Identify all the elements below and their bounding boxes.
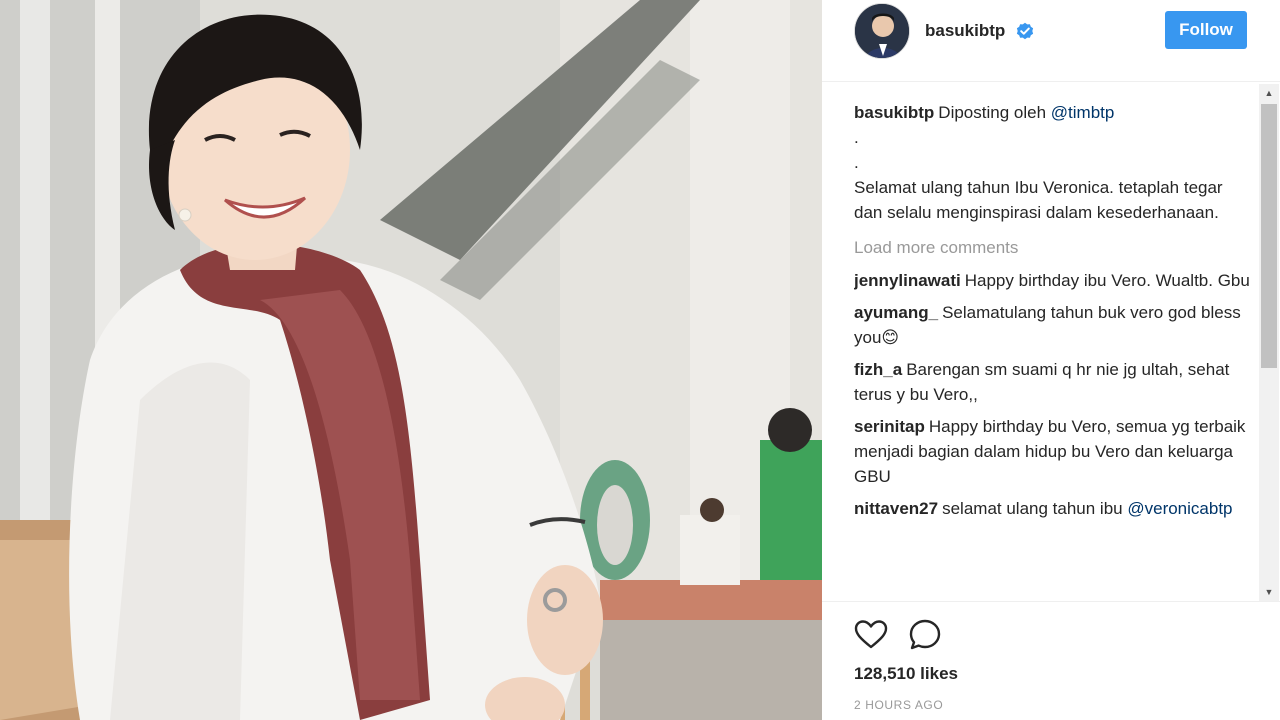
comment-username[interactable]: fizh_a <box>854 360 902 379</box>
caption-body: Selamat ulang tahun Ibu Veronica. tetapl… <box>854 178 1223 222</box>
likes-count[interactable]: 128,510 likes <box>854 664 958 684</box>
comments-scrollbar[interactable]: ▲ ▼ <box>1259 84 1279 601</box>
comment-username[interactable]: serinitap <box>854 417 925 436</box>
load-more-comments-link[interactable]: Load more comments <box>854 235 1254 260</box>
caption-text: Diposting oleh <box>938 103 1047 122</box>
comment-item: ayumang_ Selamatulang tahun buk vero god … <box>854 300 1254 350</box>
follow-button[interactable]: Follow <box>1165 11 1247 49</box>
avatar-image <box>855 4 909 58</box>
comment-item: jennylinawati Happy birthday ibu Vero. Wu… <box>854 268 1254 293</box>
post-timestamp[interactable]: 2 HOURS AGO <box>854 698 943 712</box>
caption-username[interactable]: basukibtp <box>854 103 934 122</box>
comment-text: selamat ulang tahun ibu <box>942 499 1123 518</box>
scroll-up-arrow-icon[interactable]: ▲ <box>1259 84 1279 102</box>
caption: basukibtp Diposting oleh @timbtp . . Sela… <box>854 100 1254 225</box>
avatar[interactable] <box>854 3 910 59</box>
post-photo[interactable] <box>0 0 822 720</box>
comment-item: fizh_a Barengan sm suami q hr nie jg ulta… <box>854 357 1254 407</box>
comment-mention[interactable]: @veronicabtp <box>1127 499 1232 518</box>
comments-list[interactable]: basukibtp Diposting oleh @timbtp . . Sela… <box>854 100 1254 600</box>
speech-bubble-icon[interactable] <box>908 618 942 652</box>
verified-badge-icon <box>1016 22 1034 40</box>
comment-username[interactable]: ayumang_ <box>854 303 938 322</box>
post-actions: 128,510 likes 2 HOURS AGO <box>822 601 1280 720</box>
caption-mention[interactable]: @timbtp <box>1051 103 1115 122</box>
caption-dot-2: . <box>854 153 859 172</box>
comment-text: Happy birthday ibu Vero. Wualtb. Gbu <box>964 271 1250 290</box>
heart-icon[interactable] <box>854 618 888 652</box>
post-header: basukibtp Follow <box>822 0 1280 82</box>
comment-username[interactable]: nittaven27 <box>854 499 938 518</box>
caption-dot-1: . <box>854 128 859 147</box>
comment-username[interactable]: jennylinawati <box>854 271 961 290</box>
comment-text: Barengan sm suami q hr nie jg ultah, seh… <box>854 360 1230 404</box>
scrollbar-thumb[interactable] <box>1261 104 1277 368</box>
post-author-username[interactable]: basukibtp <box>925 21 1005 41</box>
comment-item: nittaven27 selamat ulang tahun ibu @veron… <box>854 496 1254 521</box>
scroll-down-arrow-icon[interactable]: ▼ <box>1259 583 1279 601</box>
comment-item: serinitap Happy birthday bu Vero, semua y… <box>854 414 1254 489</box>
post-side-panel: basukibtp Follow basukibtp Diposting oleh… <box>822 0 1280 720</box>
photo-illustration <box>0 0 822 720</box>
